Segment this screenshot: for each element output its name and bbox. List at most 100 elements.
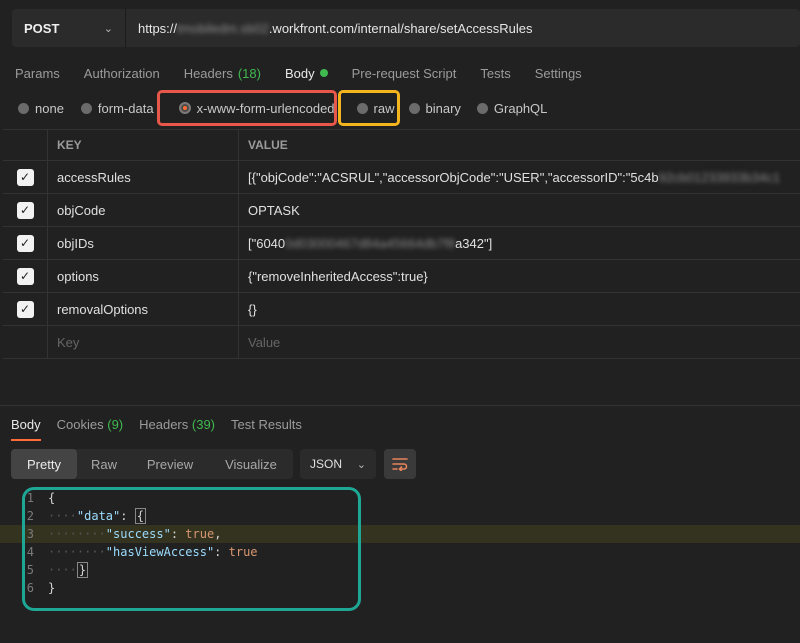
response-tab-body[interactable]: Body (11, 417, 41, 441)
wrap-lines-button[interactable] (384, 449, 416, 479)
row-key[interactable]: removalOptions (48, 293, 239, 325)
radio-label: none (35, 100, 64, 116)
tab-body[interactable]: Body (285, 64, 328, 82)
request-tabs: Params Authorization Headers (18) Body Pr… (15, 64, 582, 82)
highlight-box-red (157, 90, 337, 126)
radio-label: GraphQL (493, 100, 548, 116)
table-row-placeholder: Key Value (3, 326, 800, 359)
chevron-down-icon: ⌄ (103, 22, 113, 35)
tab-pre-request-script[interactable]: Pre-request Script (352, 64, 457, 82)
tab-label: Body (11, 417, 41, 432)
tab-params[interactable]: Params (15, 64, 60, 82)
row-check-cell: ✓ (3, 260, 48, 292)
row-check-cell: ✓ (3, 161, 48, 193)
header-check-cell (3, 130, 48, 160)
cookies-count: (9) (107, 417, 124, 432)
tab-label: Body (284, 65, 315, 81)
checkmark-icon[interactable]: ✓ (16, 234, 34, 252)
radio-label: binary (425, 100, 461, 116)
row-value[interactable]: {} (239, 293, 800, 325)
tab-label: Settings (534, 65, 582, 81)
view-preview-button[interactable]: Preview (131, 449, 209, 479)
tab-label: Cookies (56, 417, 104, 432)
value-text: OPTASK (248, 202, 300, 218)
table-header-row: KEY VALUE (3, 130, 800, 161)
request-url-bar: POST ⌄ https://tmobiledm.sb02 .workfront.… (12, 9, 800, 47)
response-tab-cookies[interactable]: Cookies (9) (57, 417, 123, 437)
new-key-input[interactable]: Key (48, 326, 239, 358)
body-type-binary[interactable]: binary (408, 95, 461, 121)
row-check-cell (3, 326, 48, 358)
table-row: ✓ objCode OPTASK (3, 194, 800, 227)
tab-label: Authorization (83, 65, 160, 81)
tab-tests[interactable]: Tests (480, 64, 510, 82)
table-row: ✓ accessRules [{"objCode":"ACSRUL","acce… (3, 161, 800, 194)
value-text: {"removeInheritedAccess":true} (248, 268, 428, 284)
url-input[interactable]: https://tmobiledm.sb02 .workfront.com/int… (126, 9, 800, 47)
row-key[interactable]: objCode (48, 194, 239, 226)
url-suffix: .workfront.com/internal/share/setAccessR… (268, 20, 533, 36)
table-row: ✓ objIDs ["6040 0d03000467d84a45664db7f8 a… (3, 227, 800, 260)
url-prefix: https:// (138, 20, 178, 36)
row-key[interactable]: objIDs (48, 227, 239, 259)
response-tab-test-results[interactable]: Test Results (231, 417, 302, 437)
radio-icon (18, 102, 29, 114)
table-row: ✓ options {"removeInheritedAccess":true} (3, 260, 800, 293)
tab-label: Headers (139, 417, 189, 432)
format-label: JSON (310, 457, 343, 471)
body-indicator-dot-icon (319, 69, 328, 77)
row-value[interactable]: {"removeInheritedAccess":true} (239, 260, 800, 292)
body-type-none[interactable]: none (18, 95, 64, 121)
checkmark-icon[interactable]: ✓ (16, 168, 34, 186)
url-blurred-host: tmobiledm.sb02 (177, 20, 269, 36)
response-tab-headers[interactable]: Headers (39) (139, 417, 215, 437)
row-check-cell: ✓ (3, 194, 48, 226)
value-text: [{"objCode":"ACSRUL","accessorObjCode":"… (248, 169, 659, 185)
row-key[interactable]: options (48, 260, 239, 292)
pane-divider[interactable] (0, 405, 800, 406)
headers-count: (18) (237, 65, 261, 81)
value-tail: a342"] (455, 235, 493, 251)
tab-authorization[interactable]: Authorization (84, 64, 160, 82)
tab-label: Tests (480, 65, 511, 81)
view-raw-button[interactable]: Raw (77, 449, 131, 479)
checkmark-icon[interactable]: ✓ (16, 300, 34, 318)
tab-label: Pre-request Script (351, 65, 457, 81)
radio-icon (80, 102, 92, 114)
row-value[interactable]: [{"objCode":"ACSRUL","accessorObjCode":"… (239, 161, 800, 193)
value-text: {} (248, 301, 257, 317)
row-key[interactable]: accessRules (48, 161, 239, 193)
checkmark-icon[interactable]: ✓ (16, 267, 34, 285)
value-text: ["6040 (248, 235, 286, 251)
tab-label: Params (15, 65, 60, 81)
radio-label: form-data (97, 100, 154, 116)
highlight-box-teal (22, 487, 361, 611)
headers-count: (39) (191, 417, 216, 432)
wrap-lines-icon (392, 458, 408, 471)
table-row: ✓ removalOptions {} (3, 293, 800, 326)
view-pretty-button[interactable]: Pretty (11, 449, 77, 479)
chevron-down-icon: ⌄ (356, 458, 366, 471)
column-header-value: VALUE (248, 138, 288, 152)
view-mode-switcher: Pretty Raw Preview Visualize (11, 449, 293, 479)
row-value[interactable]: ["6040 0d03000467d84a45664db7f8 a342"] (239, 227, 800, 259)
highlight-box-yellow (338, 90, 400, 126)
value-blurred: 0d03000467d84a45664db7f8 (285, 235, 456, 251)
tab-settings[interactable]: Settings (535, 64, 582, 82)
radio-icon (408, 102, 420, 114)
view-visualize-button[interactable]: Visualize (209, 449, 293, 479)
new-value-input[interactable]: Value (239, 326, 800, 358)
checkmark-icon[interactable]: ✓ (16, 201, 34, 219)
row-check-cell: ✓ (3, 293, 48, 325)
method-label: POST (24, 20, 60, 36)
value-blurred: 92cb01233933b34c1 (658, 169, 781, 185)
row-value[interactable]: OPTASK (239, 194, 800, 226)
body-type-form-data[interactable]: form-data (80, 95, 154, 121)
params-table: KEY VALUE ✓ accessRules [{"objCode":"ACS… (3, 129, 800, 359)
tab-headers[interactable]: Headers (18) (184, 64, 261, 82)
tab-label: Headers (183, 65, 233, 81)
format-select[interactable]: JSON ⌄ (300, 449, 376, 479)
response-tabs: Body Cookies (9) Headers (39) Test Resul… (11, 417, 302, 441)
method-select[interactable]: POST ⌄ (12, 9, 126, 47)
body-type-graphql[interactable]: GraphQL (476, 95, 548, 121)
